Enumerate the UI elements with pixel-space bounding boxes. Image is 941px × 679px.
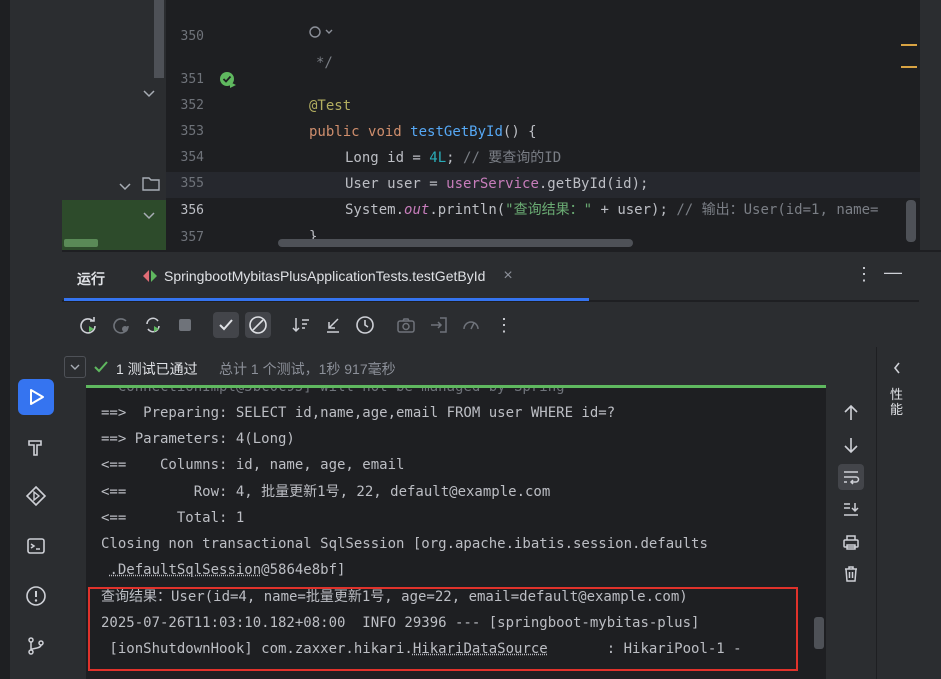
collapse-icon[interactable]	[320, 312, 346, 338]
rerun-icon[interactable]	[75, 312, 101, 338]
console-line: <== Total: 1	[101, 510, 245, 526]
performance-tool-label[interactable]: 性能	[890, 387, 906, 417]
minimize-icon[interactable]: —	[884, 262, 902, 283]
run-panel-title: 运行	[77, 271, 105, 287]
folder-icon	[142, 176, 160, 196]
console-text: @5864e8bf]	[261, 562, 346, 578]
right-edge-bar	[919, 252, 941, 679]
editor-hscroll-marker	[64, 239, 98, 247]
stop-icon[interactable]	[172, 312, 198, 338]
code-line: 358 }	[166, 225, 920, 298]
sort-icon[interactable]	[288, 312, 314, 338]
show-ignored-icon[interactable]	[245, 312, 271, 338]
up-arrow-icon[interactable]	[838, 400, 864, 426]
run-tool-icon[interactable]	[18, 379, 54, 415]
clear-trash-icon[interactable]	[838, 561, 864, 587]
console-line: .DefaultSqlSession@5864e8bf]	[101, 557, 345, 583]
down-arrow-icon[interactable]	[838, 432, 864, 458]
code-line: 352 public void testGetById() {	[166, 67, 920, 140]
soft-wrap-icon[interactable]	[838, 464, 864, 490]
test-status-bar: 1 测试已通过 总计 1 个测试，1秒 917毫秒	[86, 347, 826, 387]
right-tool-window: 性能	[876, 347, 920, 679]
stripe-mark[interactable]	[901, 44, 917, 46]
history-icon[interactable]	[352, 312, 378, 338]
code-line: 351 @Test	[166, 41, 920, 114]
run-tab-label: SpringbootMybitasPlusApplicationTests.te…	[164, 268, 486, 284]
left-tool-strip	[0, 0, 62, 679]
run-panel-header: 运行 SpringbootMybitasPlusApplicationTests…	[62, 252, 919, 300]
git-branch-icon[interactable]	[18, 628, 54, 664]
code-line: 355 System.out.println("查询结果：" + user); …	[166, 145, 920, 218]
console-line: <== Columns: id, name, age, email	[101, 457, 405, 473]
tests-passed-label: 1 测试已通过	[116, 361, 198, 377]
run-toolbar: ⋮	[62, 302, 919, 347]
test-run-icon	[143, 270, 157, 282]
run-test-gutter-icon[interactable]	[219, 71, 237, 94]
console-line-partial: ConnectionImpl@5bc0c95] will not be mana…	[101, 388, 565, 400]
code-line: 356 }	[166, 172, 920, 245]
chevron-left-icon[interactable]	[892, 361, 902, 375]
test-tree-collapsed	[62, 347, 86, 679]
code-line: 353 Long id = 4L; // 要查询的ID	[166, 93, 920, 166]
print-icon[interactable]	[838, 529, 864, 555]
console-line: Closing non transactional SqlSession [or…	[101, 536, 708, 552]
build-hammer-icon[interactable]	[18, 429, 54, 465]
code-line: 354 User user = userService.getById(id);	[166, 119, 920, 192]
highlight-annotation-box	[88, 587, 798, 671]
console-line: ==> Parameters: 4(Long)	[101, 431, 295, 447]
services-icon[interactable]	[18, 478, 54, 514]
console-line: ==> Preparing: SELECT id,name,age,email …	[101, 405, 616, 421]
fold-chevron-icon[interactable]	[119, 179, 131, 197]
scroll-to-end-icon[interactable]	[838, 496, 864, 522]
import-icon[interactable]	[426, 312, 452, 338]
gauge-icon[interactable]	[458, 312, 484, 338]
stripe-mark[interactable]	[901, 66, 917, 68]
check-icon	[94, 361, 108, 373]
toggle-auto-test-icon[interactable]	[140, 312, 166, 338]
more-options-icon[interactable]: ⋮	[855, 264, 873, 285]
fold-chevron-icon[interactable]	[143, 86, 155, 104]
more-toolbar-icon[interactable]: ⋮	[491, 312, 517, 338]
camera-icon[interactable]	[393, 312, 419, 338]
problems-icon[interactable]	[18, 578, 54, 614]
code-line: 350 */	[166, 0, 920, 71]
run-tab[interactable]: SpringbootMybitasPlusApplicationTests.te…	[142, 252, 513, 300]
close-tab-icon[interactable]: ×	[503, 267, 512, 285]
show-passed-icon[interactable]	[213, 312, 239, 338]
code-line: 357	[166, 199, 920, 245]
editor-error-stripe	[920, 0, 941, 250]
editor-horizontal-scrollbar[interactable]	[278, 239, 633, 247]
console-line: <== Row: 4, 批量更新1号, 22, default@example.…	[101, 484, 551, 500]
gutter-scroll-thumb[interactable]	[154, 0, 164, 78]
editor-vertical-scrollbar[interactable]	[906, 200, 916, 242]
active-tab-indicator	[64, 298, 589, 301]
console-class-link[interactable]: .DefaultSqlSession	[109, 562, 261, 578]
tests-summary-label: 总计 1 个测试，1秒 917毫秒	[219, 361, 396, 377]
fold-chevron-icon[interactable]	[143, 208, 155, 226]
rerun-failed-icon[interactable]	[108, 312, 134, 338]
console-scrollbar[interactable]	[814, 617, 824, 649]
console-actions	[826, 347, 876, 679]
expand-tree-icon[interactable]	[64, 356, 86, 378]
terminal-icon[interactable]	[18, 528, 54, 564]
